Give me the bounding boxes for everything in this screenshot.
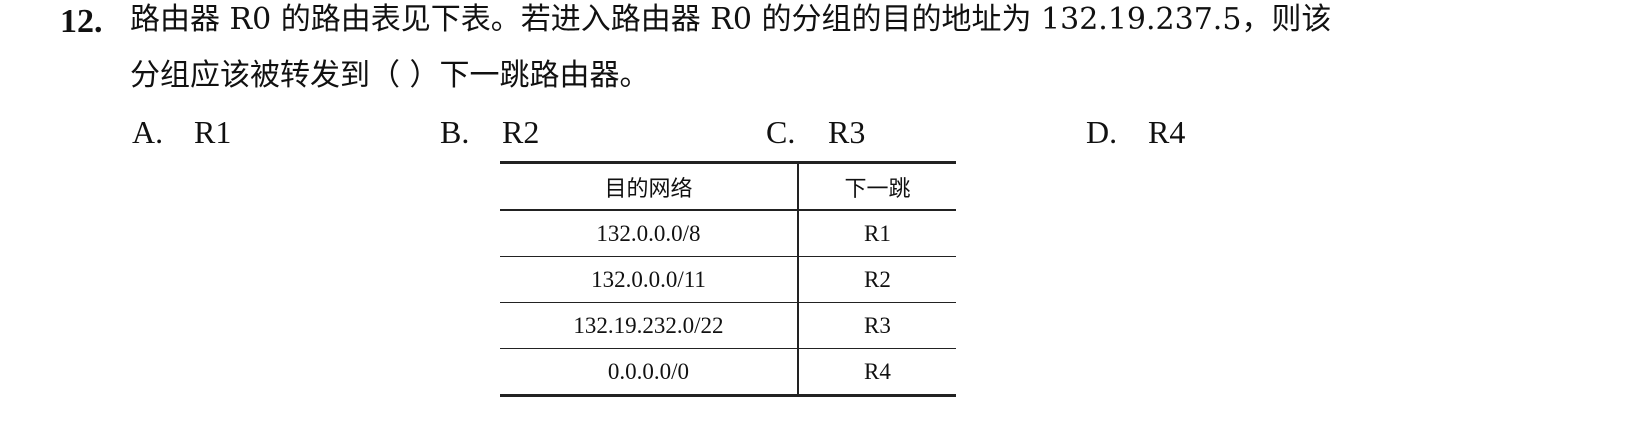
header-destination-network: 目的网络 <box>500 161 799 211</box>
question-number: 12. <box>60 3 103 40</box>
option-a-text: R1 <box>194 114 232 150</box>
option-c[interactable]: C. R3 <box>766 112 865 152</box>
cell-next-hop: R1 <box>797 210 956 257</box>
question-text-line-1: 路由器 R0 的路由表见下表。若进入路由器 R0 的分组的目的地址为 132.1… <box>130 2 1332 37</box>
option-b-text: R2 <box>502 114 540 150</box>
cell-next-hop: R2 <box>797 256 956 303</box>
table-row: 132.0.0.0/8 R1 <box>500 210 956 257</box>
table-row: 132.0.0.0/11 R2 <box>500 256 956 303</box>
cell-network: 132.0.0.0/11 <box>500 256 799 303</box>
cell-next-hop: R4 <box>797 348 956 397</box>
cell-next-hop: R3 <box>797 302 956 349</box>
cell-network: 0.0.0.0/0 <box>500 348 799 397</box>
option-a-letter: A. <box>132 114 164 150</box>
header-next-hop: 下一跳 <box>797 161 956 211</box>
option-d-letter: D. <box>1086 114 1118 150</box>
cell-network: 132.19.232.0/22 <box>500 302 799 349</box>
option-d[interactable]: D. R4 <box>1086 112 1185 152</box>
table-row: 0.0.0.0/0 R4 <box>500 348 956 397</box>
table-row: 132.19.232.0/22 R3 <box>500 302 956 349</box>
cell-network: 132.0.0.0/8 <box>500 210 799 257</box>
option-c-text: R3 <box>828 114 866 150</box>
option-d-text: R4 <box>1148 114 1186 150</box>
option-c-letter: C. <box>766 114 796 150</box>
option-b[interactable]: B. R2 <box>440 112 539 152</box>
question-text-line-2: 分组应该被转发到（ ）下一跳路由器。 <box>130 58 650 93</box>
table-header-row: 目的网络 下一跳 <box>500 161 956 211</box>
routing-table: 目的网络 下一跳 132.0.0.0/8 R1 132.0.0.0/11 R2 … <box>500 161 956 397</box>
option-b-letter: B. <box>440 114 470 150</box>
option-a[interactable]: A. R1 <box>132 112 231 152</box>
